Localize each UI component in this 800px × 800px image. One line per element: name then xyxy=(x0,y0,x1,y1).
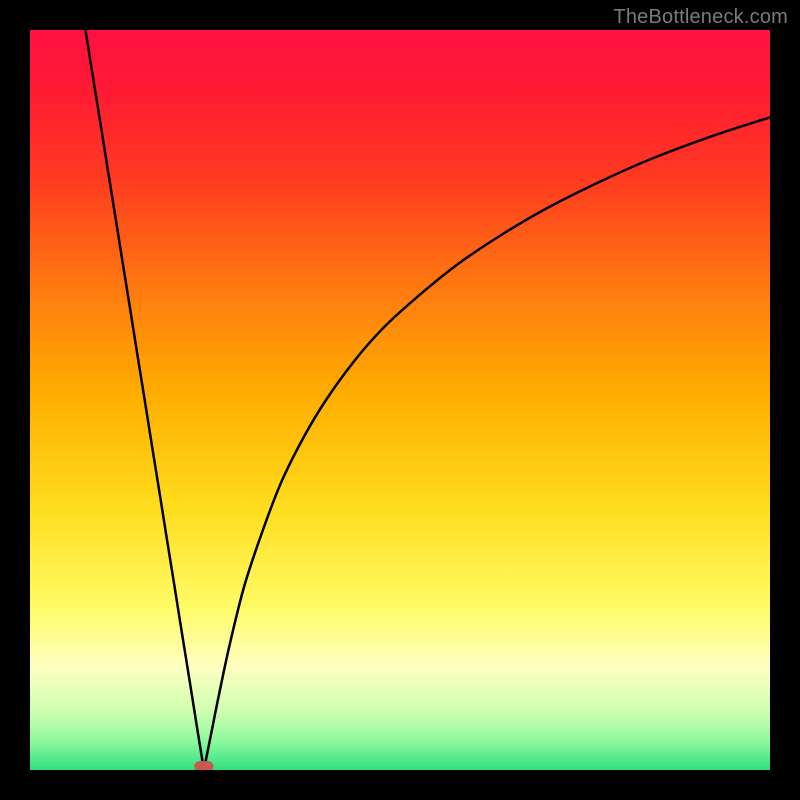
right-branch-line xyxy=(204,117,770,770)
chart-frame: TheBottleneck.com xyxy=(0,0,800,800)
watermark-text: TheBottleneck.com xyxy=(613,6,788,29)
left-branch-line xyxy=(86,30,204,770)
plot-area xyxy=(30,30,770,770)
curve-layer xyxy=(30,30,770,770)
